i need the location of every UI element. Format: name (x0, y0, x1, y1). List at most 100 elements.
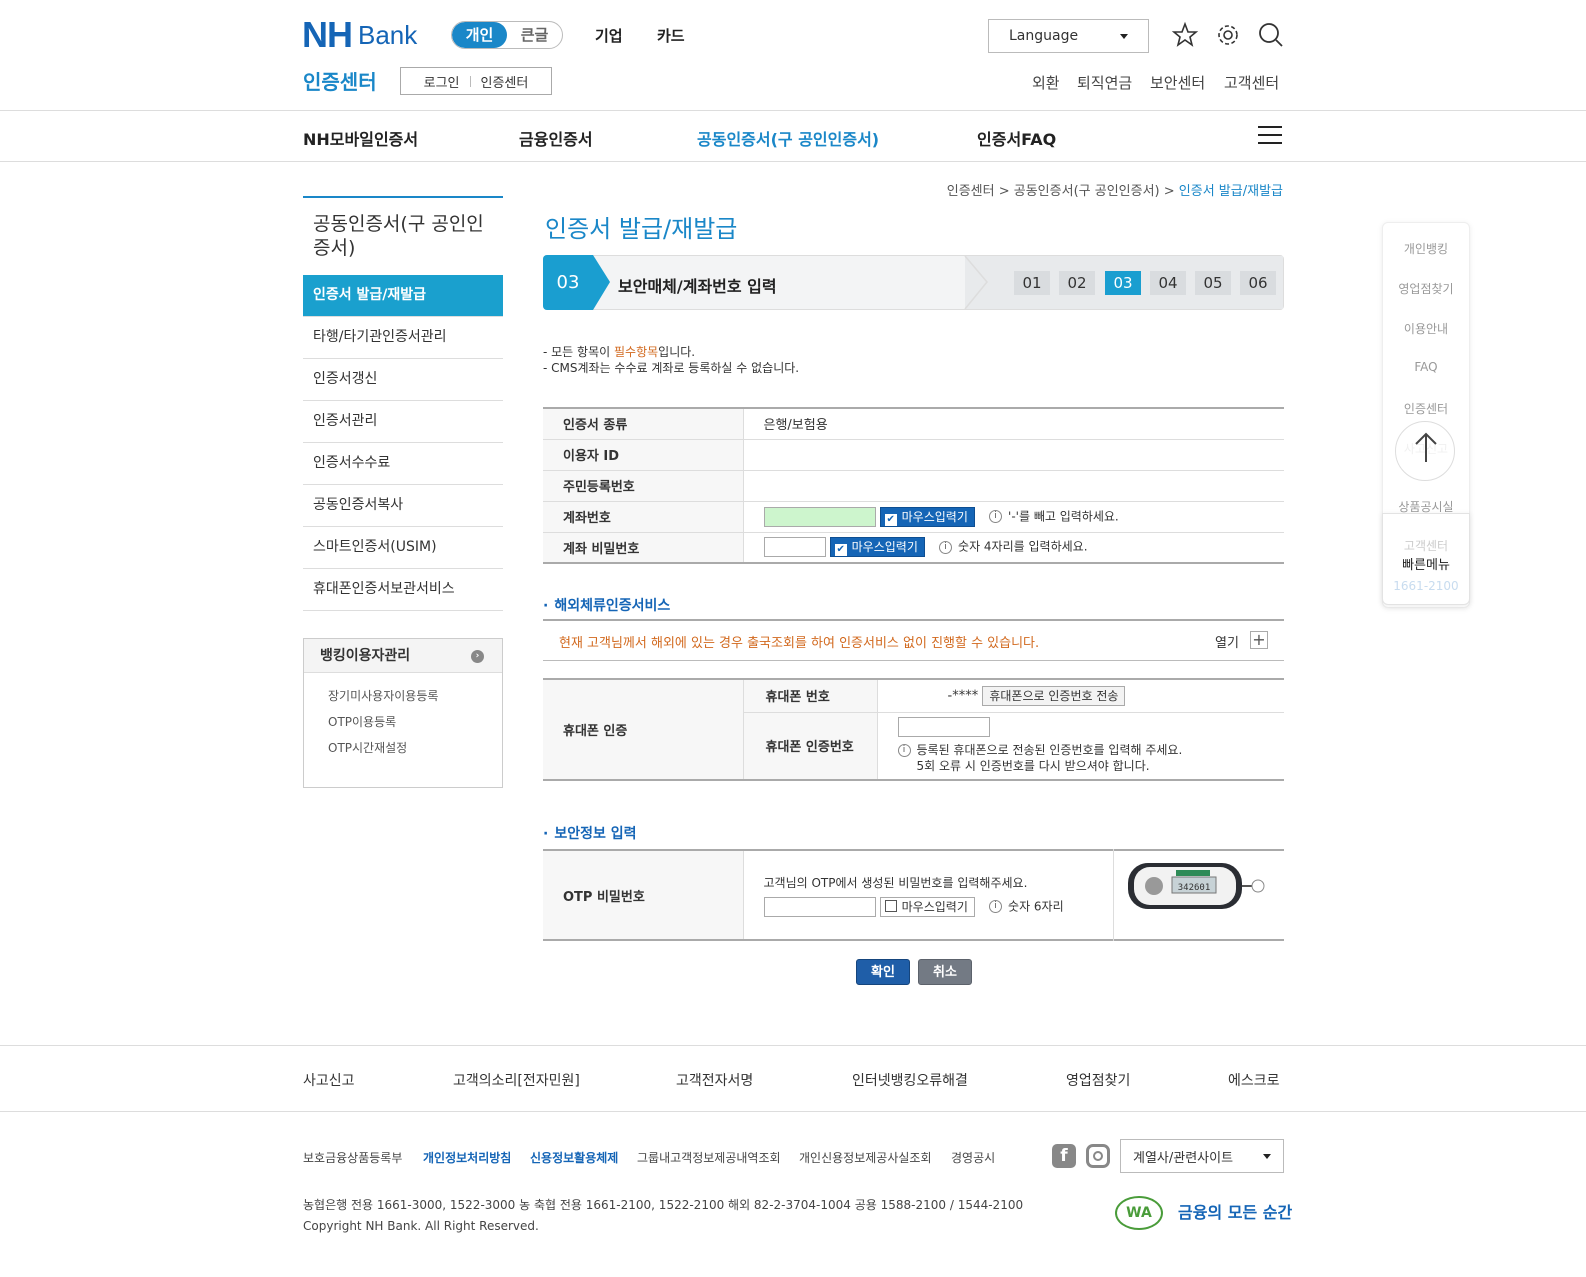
footer-privacy[interactable]: 개인정보처리방침 (423, 1149, 511, 1166)
quick-menu-toggle[interactable]: 빠른메뉴 1661-2100 (1382, 513, 1470, 605)
rrn-label: 주민등록번호 (543, 470, 744, 502)
personal-tab[interactable]: 개인 (452, 22, 507, 48)
language-label: Language (1009, 28, 1079, 44)
footer-credit-provision[interactable]: 개인신용정보제공사실조회 (799, 1149, 931, 1166)
cancel-button[interactable]: 취소 (918, 959, 972, 985)
gnb-joint-cert[interactable]: 공동인증서(구 공인인증서) (697, 126, 879, 150)
cert-center-link[interactable]: 인증센터 (481, 72, 529, 91)
step-06: 06 (1240, 271, 1276, 295)
notice-required: - 모든 항목이 필수항목입니다. (543, 344, 799, 360)
util-security[interactable]: 보안센터 (1150, 72, 1205, 93)
nh-bank-logo[interactable]: NH Bank (302, 14, 417, 55)
footer-accident[interactable]: 사고신고 (303, 1070, 355, 1090)
account-input[interactable] (763, 506, 876, 527)
password-label: 계좌 비밀번호 (543, 532, 744, 564)
lnb-item-other-bank[interactable]: 타행/타기관인증서관리 (303, 317, 503, 359)
step-01: 01 (1014, 271, 1050, 295)
lnb-item-issue[interactable]: 인증서 발급/재발급 (303, 275, 503, 317)
mouse-input-label: 마우스입력기 (901, 899, 968, 914)
banking-item-otp-time[interactable]: OTP시간재설정 (328, 735, 502, 761)
mouse-input-label: 마우스입력기 (901, 509, 968, 524)
notice-required-word: 필수항목 (613, 345, 659, 359)
footer-management[interactable]: 경영공시 (951, 1149, 995, 1166)
gnb-cert-faq[interactable]: 인증서FAQ (977, 126, 1056, 150)
auth-code-input[interactable] (897, 717, 990, 738)
notice-text: 입니다. (658, 345, 696, 359)
info-icon: i (897, 744, 911, 758)
banking-item-otp-register[interactable]: OTP이용등록 (328, 709, 502, 735)
header-divider (0, 110, 1586, 111)
lnb-item-manage[interactable]: 인증서관리 (303, 401, 503, 443)
menu-icon[interactable] (1258, 126, 1282, 146)
overseas-open-label[interactable]: 열기 (1215, 632, 1239, 651)
footer-phone: 농협은행 전용 1661-3000, 1522-3000 농 축협 전용 166… (303, 1198, 1024, 1212)
lnb-item-renew[interactable]: 인증서갱신 (303, 359, 503, 401)
footer-branch[interactable]: 영업점찾기 (1066, 1070, 1130, 1090)
quick-branch[interactable]: 영업점찾기 (1382, 280, 1470, 297)
rrn-value (743, 470, 1284, 502)
login-link[interactable]: 로그인 (424, 72, 460, 91)
lnb-item-phone-storage[interactable]: 휴대폰인증서보관서비스 (303, 569, 503, 611)
send-auth-code-button[interactable]: 휴대폰으로 인증번호 전송 (982, 685, 1126, 706)
scroll-top-button[interactable] (1395, 421, 1455, 481)
util-pension[interactable]: 퇴직연금 (1077, 72, 1132, 93)
lnb-item-usim[interactable]: 스마트인증서(USIM) (303, 527, 503, 569)
quick-customer[interactable]: 고객센터 (1382, 537, 1470, 554)
info-icon: i (939, 540, 953, 554)
footer-esign[interactable]: 고객전자서명 (676, 1070, 753, 1090)
gear-icon[interactable] (1214, 21, 1242, 49)
language-select[interactable]: Language (988, 19, 1149, 53)
password-mouse-input[interactable]: ✔ 마우스입력기 (829, 537, 925, 558)
account-mouse-input[interactable]: ✔ 마우스입력기 (879, 506, 975, 527)
otp-input[interactable] (763, 896, 876, 917)
nav-card[interactable]: 카드 (657, 25, 685, 46)
nav-corporate[interactable]: 기업 (595, 25, 623, 46)
util-customer[interactable]: 고객센터 (1224, 72, 1279, 93)
step-03: 03 (1105, 271, 1141, 295)
phone-auth-group-label: 휴대폰 인증 (543, 679, 744, 781)
footer-credit-info[interactable]: 신용정보활용체제 (530, 1149, 618, 1166)
footer-group-info[interactable]: 그룹내고객정보제공내역조회 (637, 1149, 781, 1166)
util-fx[interactable]: 외환 (1032, 72, 1060, 93)
facebook-icon[interactable]: f (1052, 1144, 1076, 1168)
quick-faq[interactable]: FAQ (1382, 360, 1470, 374)
quick-personal[interactable]: 개인뱅킹 (1382, 240, 1470, 257)
breadcrumb-sep: > (998, 184, 1010, 199)
footer-protected-products[interactable]: 보호금융상품등록부 (303, 1149, 402, 1166)
lnb-item-fee[interactable]: 인증서수수료 (303, 443, 503, 485)
lnb-menu: 인증서 발급/재발급 타행/타기관인증서관리 인증서갱신 인증서관리 인증서수수… (303, 275, 503, 611)
quick-cert[interactable]: 인증센터 (1382, 400, 1470, 417)
footer-copyright: Copyright NH Bank. All Right Reserved. (303, 1219, 539, 1233)
plus-icon[interactable]: + (1250, 631, 1268, 649)
cert-type-value: 은행/보험용 (743, 408, 1284, 440)
otp-mouse-input[interactable]: 마우스입력기 (879, 896, 975, 917)
step-divider-icon (964, 256, 988, 309)
banking-user-header[interactable]: 뱅킹이용자관리 › (304, 639, 502, 673)
gnb-nh-mobile[interactable]: NH모바일인증서 (303, 126, 418, 150)
cert-center-title[interactable]: 인증센터 (303, 66, 377, 95)
breadcrumb-joint[interactable]: 공동인증서(구 공인인증서) (1014, 184, 1160, 199)
breadcrumb-home[interactable]: 인증센터 (947, 184, 995, 199)
step-02: 02 (1059, 271, 1095, 295)
instagram-icon[interactable] (1086, 1144, 1110, 1168)
footer-error[interactable]: 인터넷뱅킹오류해결 (852, 1070, 968, 1090)
login-box: 로그인 인증센터 (400, 67, 552, 95)
lnb-item-copy[interactable]: 공동인증서복사 (303, 485, 503, 527)
password-input[interactable] (763, 537, 826, 558)
footer-divider (0, 1045, 1586, 1046)
star-icon[interactable] (1171, 21, 1199, 49)
search-icon[interactable] (1257, 21, 1285, 49)
otp-description: 고객님의 OTP에서 생성된 비밀번호를 입력해주세요. (763, 875, 1028, 890)
footer-voc[interactable]: 고객의소리[전자민원] (453, 1070, 580, 1090)
gnb-financial-cert[interactable]: 금융인증서 (519, 126, 593, 150)
otp-display: 342601 (1178, 883, 1211, 893)
footer-escrow[interactable]: 에스크로 (1228, 1070, 1280, 1090)
banking-item-dormant[interactable]: 장기미사용자이용등록 (328, 683, 502, 709)
auth-hint-2: 5회 오류 시 인증번호를 다시 받으셔야 합니다. (916, 759, 1150, 774)
breadcrumb: 인증센터 > 공동인증서(구 공인인증서) > 인증서 발급/재발급 (947, 180, 1283, 199)
large-text-tab[interactable]: 큰글 (507, 22, 562, 48)
confirm-button[interactable]: 확인 (856, 959, 910, 985)
quick-guide[interactable]: 이용안내 (1382, 320, 1470, 337)
family-site-select[interactable]: 계열사/관련사이트 (1120, 1139, 1284, 1173)
otp-hint: 숫자 6자리 (1008, 899, 1064, 913)
